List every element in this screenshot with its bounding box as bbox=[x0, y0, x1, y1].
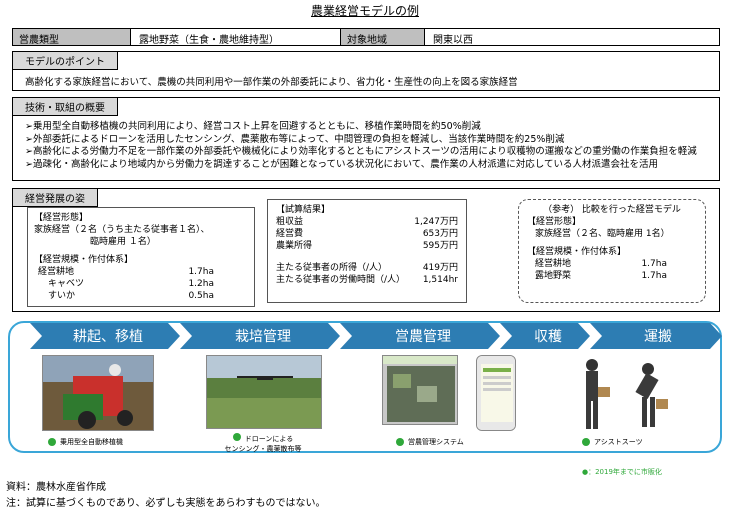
header-row: 営農類型 露地野菜（生食・農地維持型） 対象地域 関東以西 bbox=[12, 28, 720, 46]
ref-scale-header: 【経営規模・作付体系】 bbox=[527, 247, 627, 257]
tech-item: ➢高齢化による労働力不足を一部作業の外部委託や機械化により効率化するとともにアシ… bbox=[25, 146, 697, 158]
step-label: 収穫 bbox=[534, 329, 562, 345]
tech-section: 技術・取組の概要 ➢乗用型全自動移植機の共同利用により、経営コスト上昇を回避する… bbox=[12, 97, 720, 181]
ref-scale-row: 露地野菜 1.7ha bbox=[535, 271, 667, 281]
caption-assist-suit: アシストスーツ bbox=[582, 437, 643, 447]
status-dot bbox=[232, 433, 241, 441]
form-card: 【経営形態】 家族経営（２名（うち主たる従事者１名）、 臨時雇用 １名） 【経営… bbox=[27, 207, 255, 307]
ref-form-header: 【経営形態】 bbox=[527, 217, 582, 227]
area-label: 対象地域 bbox=[341, 29, 425, 46]
reference-card: （参考） 比較を行った経営モデル 【経営形態】 家族経営（２名、臨時雇用 1名）… bbox=[518, 199, 706, 303]
tech-item: ➢外部委託によるドローンを活用したセンシング、農薬散布等によって、中間管理の負担… bbox=[25, 133, 565, 145]
calc-row: 粗収益 1,247万円 bbox=[276, 217, 458, 227]
smartphone-photo bbox=[476, 355, 516, 431]
calc-row: 経営費 653万円 bbox=[276, 229, 458, 239]
scale-header: 【経営規模・作付体系】 bbox=[34, 255, 134, 265]
status-dot bbox=[582, 438, 590, 446]
ref-title: （参考） 比較を行った経営モデル bbox=[543, 205, 681, 215]
status-dot bbox=[396, 438, 404, 446]
caption-drone: ドローンによる センシング・農薬散布等 bbox=[224, 433, 302, 453]
status-dot bbox=[48, 438, 56, 446]
scale-row: キャベツ 1.2ha bbox=[48, 279, 214, 289]
footnotes: 資料：農林水産省作成 注：試算に基づくものであり、必ずしも実態をあらわすものでは… bbox=[6, 480, 326, 512]
tech-label: 技術・取組の概要 bbox=[13, 98, 118, 116]
calc-card: 【試算結果】 粗収益 1,247万円 経営費 653万円 農業所得 595万円 主たる… bbox=[267, 199, 467, 303]
drone-photo bbox=[206, 355, 322, 429]
ref-form: 家族経営（２名、臨時雇用 1名） bbox=[535, 229, 670, 239]
step-label: 栽培管理 bbox=[235, 329, 291, 345]
point-label: モデルのポイント bbox=[13, 52, 118, 70]
scale-row: すいか 0.5ha bbox=[48, 291, 214, 301]
tech-item: ➢過疎化・高齢化により地域内から労働力を調達することが困難となっている状況化にお… bbox=[25, 158, 658, 170]
form-line: 家族経営（２名（うち主たる従事者１名）、 bbox=[34, 225, 210, 235]
transplanter-photo bbox=[42, 355, 154, 431]
ref-scale-row: 経営耕地 1.7ha bbox=[535, 259, 667, 269]
form-line: 臨時雇用 １名） bbox=[90, 237, 156, 247]
caption-system: 営農管理システム bbox=[396, 437, 464, 447]
point-section: モデルのポイント 高齢化する家族経営において、農機の共同利用や一部作業の外部委託… bbox=[12, 51, 720, 91]
area-value: 関東以西 bbox=[433, 35, 473, 46]
step-label: 運搬 bbox=[644, 329, 672, 345]
dev-label: 経営発展の姿 bbox=[13, 189, 98, 207]
type-label: 営農類型 bbox=[13, 29, 131, 46]
type-value: 露地野菜（生食・農地維持型） bbox=[131, 29, 341, 46]
step-label: 営農管理 bbox=[395, 329, 451, 345]
calc-row: 主たる従事者の労働時間（/人） 1,514hr bbox=[276, 275, 458, 285]
calc-row: 主たる従事者の所得（/人） 419万円 bbox=[276, 263, 458, 273]
page-title: 農業経営モデルの例 bbox=[310, 4, 419, 18]
point-text: 高齢化する家族経営において、農機の共同利用や一部作業の外部委託により、省力化・生… bbox=[25, 77, 518, 88]
form-header: 【経営形態】 bbox=[34, 213, 89, 223]
step-label: 耕起、移植 bbox=[73, 329, 143, 345]
caption-transplanter: 乗用型全自動移植機 bbox=[48, 437, 123, 447]
workflow-panel: 耕起、移植 栽培管理 営農管理 収穫 運搬 乗用型全自動移植機 ドローンによる … bbox=[8, 321, 722, 453]
calc-header: 【試算結果】 bbox=[276, 205, 331, 215]
source-note: 資料：農林水産省作成 bbox=[6, 482, 106, 493]
system-screen-photo bbox=[382, 355, 458, 425]
calc-row: 農業所得 595万円 bbox=[276, 241, 458, 251]
assist-suit-photo bbox=[568, 355, 680, 433]
disclaimer-note: 注：試算に基づくものであり、必ずしも実態をあらわすものではない。 bbox=[6, 498, 326, 509]
scale-row: 経営耕地 1.7ha bbox=[38, 267, 214, 277]
development-section: 経営発展の姿 【経営形態】 家族経営（２名（うち主たる従事者１名）、 臨時雇用 … bbox=[12, 188, 720, 312]
legend-note: ●：2019年までに市販化 bbox=[582, 468, 662, 476]
tech-item: ➢乗用型全自動移植機の共同利用により、経営コスト上昇を回避するとともに、移植作業… bbox=[25, 121, 481, 132]
